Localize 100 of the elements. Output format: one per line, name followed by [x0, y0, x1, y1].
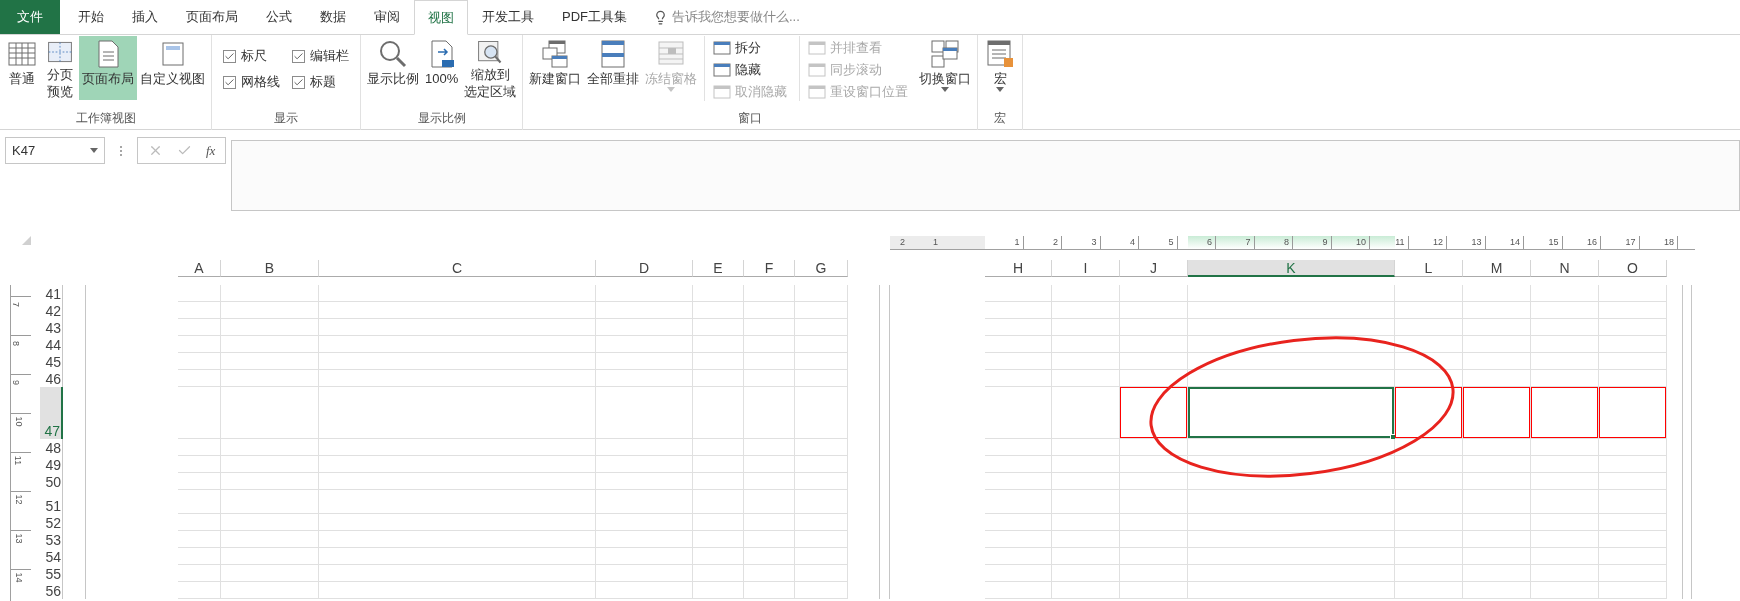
- table-cell: [1463, 439, 1531, 456]
- row-header[interactable]: 50: [40, 473, 63, 490]
- row-header[interactable]: 53: [40, 531, 63, 548]
- ribbon-button[interactable]: 宏: [981, 36, 1020, 100]
- row-header[interactable]: 45: [40, 353, 63, 370]
- checkbox-option[interactable]: 标尺: [223, 43, 280, 69]
- table-cell: [1395, 582, 1463, 599]
- row-header[interactable]: 49: [40, 456, 63, 473]
- row-header[interactable]: 56: [40, 582, 63, 599]
- formula-input[interactable]: [231, 140, 1740, 211]
- column-header[interactable]: C: [319, 260, 596, 277]
- table-cell: [1395, 490, 1463, 514]
- table-cell: [178, 302, 221, 319]
- ribbon-button[interactable]: 新建窗口: [526, 36, 585, 100]
- checkbox-option[interactable]: 网格线: [223, 69, 280, 95]
- column-header[interactable]: M: [1463, 260, 1531, 277]
- ribbon-small-button[interactable]: 隐藏: [713, 60, 788, 79]
- checkbox-option[interactable]: 标题: [292, 69, 349, 95]
- checkbox-option[interactable]: 编辑栏: [292, 43, 349, 69]
- column-header[interactable]: A: [178, 260, 221, 277]
- checkbox[interactable]: [223, 49, 236, 63]
- table-cell: [1052, 439, 1120, 456]
- ribbon-tab[interactable]: 页面布局: [172, 0, 252, 34]
- ribbon-button[interactable]: 显示比例: [364, 36, 422, 100]
- row-header[interactable]: 42: [40, 302, 63, 319]
- row-header[interactable]: 48: [40, 439, 63, 456]
- ribbon-button[interactable]: 缩放到 选定区域: [461, 36, 520, 100]
- table-cell: [1531, 490, 1599, 514]
- table-cell: [985, 302, 1052, 319]
- ribbon-button[interactable]: 普通: [3, 36, 41, 100]
- table-cell: [1599, 336, 1667, 353]
- cancel-icon[interactable]: [148, 143, 163, 158]
- ribbon-tab[interactable]: 视图: [414, 0, 468, 35]
- ribbon-button[interactable]: 自定义视图: [137, 36, 208, 100]
- ribbon-tab[interactable]: 开始: [64, 0, 118, 34]
- insert-function-button[interactable]: fx: [206, 140, 216, 161]
- ribbon-button[interactable]: 全部重排: [584, 36, 643, 100]
- row-header[interactable]: 43: [40, 319, 63, 336]
- name-box[interactable]: K47: [5, 137, 105, 164]
- file-tab[interactable]: 文件: [0, 0, 60, 34]
- column-header[interactable]: E: [693, 260, 744, 277]
- ribbon-tab[interactable]: PDF工具集: [548, 0, 641, 34]
- table-cell: [1463, 473, 1531, 490]
- ribbon-small-button[interactable]: 拆分: [713, 38, 788, 57]
- table-cell: [1463, 336, 1531, 353]
- table-cell: [985, 370, 1052, 387]
- table-cell: [693, 582, 744, 599]
- table-cell: [1052, 370, 1120, 387]
- ribbon-tab[interactable]: 开发工具: [468, 0, 548, 34]
- ribbon-tab[interactable]: 插入: [118, 0, 172, 34]
- table-cell: [985, 548, 1052, 565]
- table-cell: [178, 514, 221, 531]
- column-header[interactable]: D: [596, 260, 693, 277]
- row-header[interactable]: 54: [40, 548, 63, 565]
- column-header[interactable]: F: [744, 260, 795, 277]
- ribbon-tab[interactable]: 公式: [252, 0, 306, 34]
- column-header[interactable]: H: [985, 260, 1052, 277]
- table-cell: [1531, 565, 1599, 582]
- table-cell: [795, 531, 848, 548]
- ribbon-button[interactable]: 页面布局: [79, 36, 137, 100]
- column-header[interactable]: I: [1052, 260, 1120, 277]
- table-cell: [985, 353, 1052, 370]
- fill-handle[interactable]: [1390, 434, 1396, 440]
- checkbox[interactable]: [223, 75, 236, 89]
- column-header[interactable]: K: [1188, 260, 1395, 277]
- table-cell: [744, 439, 795, 456]
- table-cell: [744, 565, 795, 582]
- ribbon-button[interactable]: 切换窗口: [916, 36, 975, 100]
- ribbon-button[interactable]: 100%: [422, 36, 462, 100]
- row-header[interactable]: 55: [40, 565, 63, 582]
- table-cell: [1120, 353, 1188, 370]
- table-cell: [1395, 456, 1463, 473]
- table-cell: [795, 285, 848, 302]
- row-header[interactable]: 47: [40, 387, 63, 439]
- row-header[interactable]: 44: [40, 336, 63, 353]
- column-header[interactable]: B: [221, 260, 319, 277]
- table-cell: [693, 531, 744, 548]
- column-header[interactable]: G: [795, 260, 848, 277]
- table-cell: [178, 565, 221, 582]
- row-header[interactable]: 41: [40, 285, 63, 302]
- table-cell: [795, 582, 848, 599]
- column-header[interactable]: N: [1531, 260, 1599, 277]
- column-header[interactable]: O: [1599, 260, 1667, 277]
- checkbox[interactable]: [292, 75, 305, 89]
- table-cell: [795, 565, 848, 582]
- table-cell: [744, 370, 795, 387]
- row-header[interactable]: 51: [40, 490, 63, 514]
- tell-me-field[interactable]: 告诉我您想要做什么...: [672, 7, 872, 27]
- table-cell: [744, 336, 795, 353]
- selected-cell[interactable]: [1188, 387, 1395, 439]
- ribbon-button[interactable]: 分页 预览: [41, 36, 79, 100]
- table-cell: [1599, 490, 1667, 514]
- window-icon: [713, 40, 732, 55]
- column-header[interactable]: L: [1395, 260, 1463, 277]
- checkbox[interactable]: [292, 49, 305, 63]
- caret-icon: [996, 87, 1005, 92]
- ribbon-tab[interactable]: 审阅: [360, 0, 414, 34]
- row-header[interactable]: 52: [40, 514, 63, 531]
- ribbon-tab[interactable]: 数据: [306, 0, 360, 34]
- table-cell: [693, 302, 744, 319]
